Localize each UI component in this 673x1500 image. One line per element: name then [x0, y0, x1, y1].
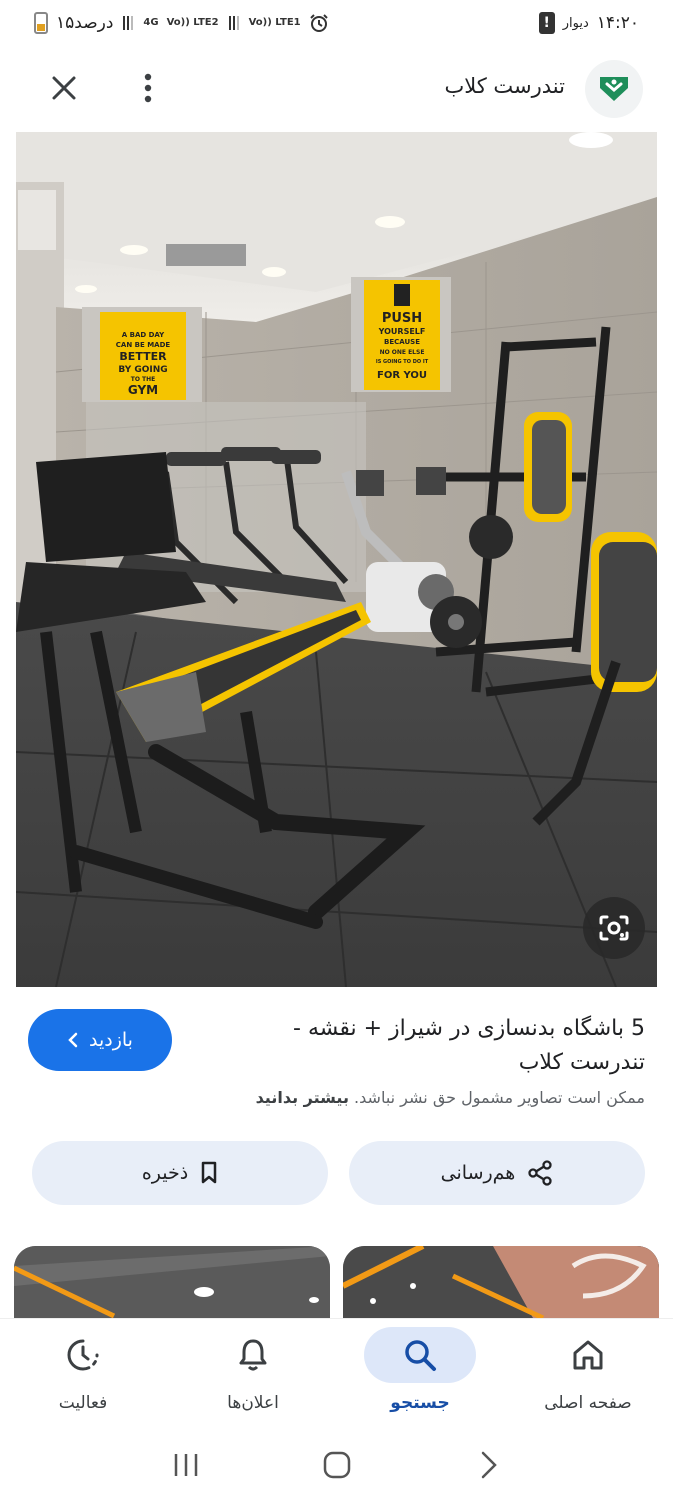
nav-home-label: صفحه اصلی — [544, 1393, 632, 1413]
network-lte1: Vo)) LTE1 — [248, 17, 301, 28]
search-icon — [405, 1340, 436, 1371]
related-thumbnail-1[interactable] — [14, 1246, 330, 1318]
more-options-button[interactable] — [130, 68, 166, 108]
recents-icon[interactable] — [171, 1450, 201, 1480]
back-icon[interactable] — [473, 1450, 503, 1480]
system-navigation — [0, 1430, 673, 1500]
nav-activity-icon-wrap — [27, 1327, 139, 1383]
status-right: ! دیوار ۱۴:۲۰ — [538, 12, 639, 34]
poster-right-line-4: NO ONE ELSE — [380, 349, 425, 356]
poster-left-line-2: CAN BE MADE — [116, 341, 171, 349]
bottom-navigation: فعالیت اعلان‌ها جستجو صفحه اصلی — [0, 1318, 673, 1430]
chevron-left-icon — [68, 1032, 78, 1048]
viewer-header: تندرست کلاب — [0, 56, 673, 122]
gym-photo: A BAD DAY CAN BE MADE BETTER BY GOING TO… — [16, 132, 657, 987]
status-bar: ۱۵درصد 4G Vo)) LTE2 Vo)) LTE1 ! دیوار ۱۴… — [0, 0, 673, 46]
more-vert-icon — [144, 73, 152, 103]
nav-home-icon-wrap — [532, 1327, 644, 1383]
poster-left-line-3: BETTER — [119, 350, 167, 363]
bell-icon — [239, 1339, 267, 1371]
carrier-name: دیوار — [562, 15, 589, 31]
activity-icon — [67, 1339, 99, 1371]
thumbnail-image-1 — [14, 1246, 330, 1318]
poster-left-line-1: A BAD DAY — [122, 331, 165, 339]
copyright-text: ممکن است تصاویر مشمول حق نشر نباشد. — [354, 1088, 645, 1107]
poster-right-line-3: BECAUSE — [384, 338, 420, 346]
nav-home[interactable]: صفحه اصلی — [513, 1327, 663, 1427]
status-left: ۱۵درصد 4G Vo)) LTE2 Vo)) LTE1 — [34, 12, 329, 34]
visit-button[interactable]: بازدید — [28, 1009, 172, 1071]
poster-right-line-1: PUSH — [382, 311, 422, 326]
poster-left-line-4: BY GOING — [118, 365, 167, 375]
close-icon — [52, 76, 76, 100]
site-logo[interactable] — [585, 60, 643, 118]
nav-search-label: جستجو — [390, 1393, 450, 1413]
learn-more-link[interactable]: بیشتر بدانید — [256, 1088, 349, 1107]
save-button[interactable]: ذخیره — [32, 1141, 328, 1205]
google-lens-button[interactable] — [583, 897, 645, 959]
nav-activity[interactable]: فعالیت — [8, 1327, 158, 1427]
home-icon — [573, 1340, 603, 1370]
result-title[interactable]: 5 باشگاه بدنسازی در شیراز + نقشه - تندرس… — [215, 1012, 645, 1080]
save-label: ذخیره — [141, 1162, 189, 1184]
nav-activity-label: فعالیت — [58, 1393, 108, 1413]
tandorost-logo-icon — [600, 77, 628, 101]
alarm-icon — [309, 14, 328, 32]
battery-icon — [34, 12, 48, 34]
battery-text: ۱۵درصد — [56, 13, 114, 33]
bookmark-icon — [201, 1161, 217, 1184]
close-button[interactable] — [44, 68, 84, 108]
poster-right-line-6: FOR YOU — [377, 370, 427, 381]
nav-notifications-label: اعلان‌ها — [227, 1393, 279, 1413]
nav-search-icon-wrap — [364, 1327, 476, 1383]
nav-search[interactable]: جستجو — [345, 1327, 495, 1427]
poster-left-line-6: GYM — [128, 383, 158, 397]
main-image[interactable]: A BAD DAY CAN BE MADE BETTER BY GOING TO… — [16, 132, 657, 987]
copyright-notice: ممکن است تصاویر مشمول حق نشر نباشد. بیشت… — [25, 1088, 645, 1107]
site-name[interactable]: تندرست کلاب — [444, 74, 565, 98]
related-thumbnail-2[interactable] — [343, 1246, 659, 1318]
nav-notifications-icon-wrap — [197, 1327, 309, 1383]
visit-label: بازدید — [89, 1029, 133, 1051]
signal-icon-2 — [226, 16, 241, 30]
home-system-icon[interactable] — [322, 1450, 352, 1480]
poster-right-line-5: IS GOING TO DO IT — [376, 359, 429, 365]
poster-left-line-5: TO THE — [131, 376, 156, 383]
share-icon — [528, 1160, 552, 1186]
network-lte2: Vo)) LTE2 — [166, 17, 219, 28]
signal-icon — [121, 16, 136, 30]
network-4g: 4G — [143, 17, 159, 28]
poster-right-line-2: YOURSELF — [378, 327, 426, 336]
nav-notifications[interactable]: اعلان‌ها — [178, 1327, 328, 1427]
alert-icon: ! — [538, 12, 555, 34]
share-button[interactable]: هم‌رسانی — [349, 1141, 645, 1205]
clock: ۱۴:۲۰ — [596, 13, 639, 33]
thumbnail-image-2 — [343, 1246, 659, 1318]
share-label: هم‌رسانی — [440, 1162, 516, 1184]
lens-icon — [599, 915, 629, 941]
